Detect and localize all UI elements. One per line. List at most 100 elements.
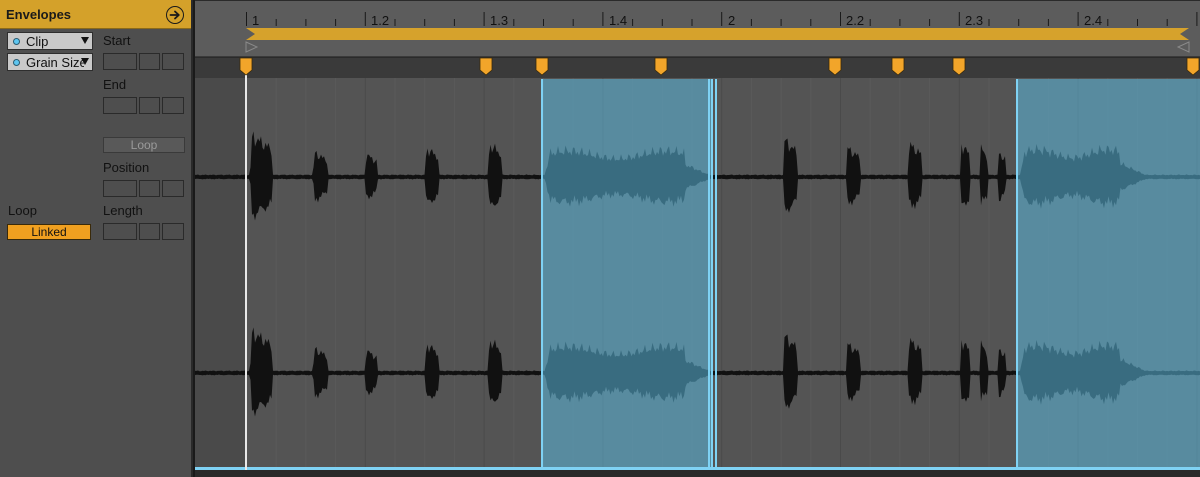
control-indicator-icon: [13, 59, 20, 66]
end-field-sixteenth[interactable]: [162, 97, 184, 114]
ruler-tick: [335, 19, 337, 26]
ruler-tick: [364, 12, 366, 26]
grid-line: [275, 78, 277, 468]
ruler-tick: [246, 12, 247, 26]
ruler-tick: [810, 19, 812, 26]
start-field-beat[interactable]: [138, 53, 161, 70]
ruler-tick: [840, 12, 841, 26]
warp-marker-lane[interactable]: [195, 56, 1200, 78]
ruler-label-2-3: 2.3: [965, 13, 983, 28]
grid-line: [394, 78, 396, 468]
grid-line: [721, 78, 723, 468]
start-label: Start: [103, 33, 131, 48]
ruler-tick: [1018, 19, 1020, 26]
length-field-beat[interactable]: [138, 223, 161, 240]
end-field-bar[interactable]: [103, 97, 137, 114]
ruler-tick: [721, 12, 723, 26]
ruler-tick: [750, 19, 752, 26]
end-field-beat[interactable]: [138, 97, 161, 114]
grid-line: [869, 78, 871, 468]
position-field-beat[interactable]: [138, 180, 161, 197]
linked-button[interactable]: Linked: [7, 224, 91, 240]
sample-editor-canvas[interactable]: 1 1.2 1.3 1.4 2 2.2 2.3 2.4: [195, 0, 1200, 477]
ruler-label-1-3: 1.3: [490, 13, 508, 28]
start-field[interactable]: [103, 53, 184, 70]
selection-fill-1[interactable]: [542, 79, 712, 469]
grid-line: [364, 78, 366, 468]
grid-line: [424, 78, 426, 468]
control-chooser[interactable]: Grain Size: [7, 53, 93, 71]
ruler-label-2-2: 2.2: [846, 13, 864, 28]
ruler-tick: [543, 19, 544, 26]
ruler-tick: [513, 19, 515, 26]
ruler-label-2: 2: [728, 13, 735, 28]
device-indicator-icon: [13, 38, 20, 45]
selection-region-1[interactable]: [541, 79, 713, 469]
loop-section-label: Loop: [8, 203, 37, 218]
grid-line: [899, 78, 901, 468]
grid-line: [453, 78, 455, 468]
arrow-right-icon: [169, 10, 180, 20]
selection-fill-2[interactable]: [1017, 79, 1200, 469]
grid-line: [305, 78, 307, 468]
control-chooser-value: Grain Size: [26, 55, 84, 70]
ruler-tick: [929, 19, 931, 26]
length-field[interactable]: [103, 223, 184, 240]
grid-line: [958, 78, 960, 468]
position-field-bar[interactable]: [103, 180, 137, 197]
end-label: End: [103, 77, 127, 92]
loop-button[interactable]: Loop: [103, 137, 185, 153]
ruler-label-2-4: 2.4: [1084, 13, 1102, 28]
panel-title: Envelopes: [6, 7, 72, 22]
ruler-tick: [632, 19, 634, 26]
start-field-bar[interactable]: [103, 53, 137, 70]
chevron-down-icon: [81, 58, 89, 65]
ruler-tick: [958, 12, 960, 26]
position-field[interactable]: [103, 180, 184, 197]
marker-lane-divider: [195, 57, 1200, 58]
ruler-tick: [869, 19, 871, 26]
start-field-sixteenth[interactable]: [162, 53, 184, 70]
grid-line: [335, 78, 337, 468]
position-label: Position: [103, 160, 150, 175]
grid-line: [840, 78, 841, 468]
envelopes-header: Envelopes: [0, 0, 191, 29]
ruler-tick: [602, 12, 604, 26]
ruler-tick: [1166, 19, 1168, 26]
ruler-tick: [305, 19, 307, 26]
ruler-tick: [899, 19, 901, 26]
selection-region-2[interactable]: [1016, 79, 1200, 469]
envelopes-panel: Envelopes Clip Grain Size Start End Loop…: [0, 0, 193, 477]
ruler-label-1-2: 1.2: [371, 13, 389, 28]
ruler-tick: [572, 19, 574, 26]
arrow-right-circle-icon[interactable]: [166, 6, 184, 24]
loop-bar[interactable]: [246, 28, 1189, 40]
ruler-tick: [483, 12, 485, 26]
ruler-tick: [1047, 19, 1049, 26]
device-chooser[interactable]: Clip: [7, 32, 93, 50]
grid-line: [810, 78, 812, 468]
length-field-bar[interactable]: [103, 223, 137, 240]
ruler-tick: [453, 19, 455, 26]
playhead-line[interactable]: [245, 58, 247, 470]
ruler-tick: [691, 19, 693, 26]
ruler-tick: [1137, 19, 1138, 26]
ruler-tick: [988, 19, 990, 26]
editor-bottom-border: [195, 470, 1200, 477]
grid-line: [513, 78, 515, 468]
ruler-tick: [661, 19, 663, 26]
chevron-down-icon: [81, 37, 89, 44]
position-field-sixteenth[interactable]: [162, 180, 184, 197]
sample-editor[interactable]: 1 1.2 1.3 1.4 2 2.2 2.3 2.4: [195, 0, 1200, 477]
ruler-tick: [424, 19, 426, 26]
length-field-sixteenth[interactable]: [162, 223, 184, 240]
length-label: Length: [103, 203, 143, 218]
grid-line: [750, 78, 752, 468]
device-chooser-value: Clip: [26, 34, 49, 49]
end-field[interactable]: [103, 97, 184, 114]
grid-line: [780, 78, 782, 468]
grid-line: [988, 78, 990, 468]
grid-line: [483, 78, 485, 468]
pre-clip-area: [195, 78, 245, 470]
ruler-top-border: [195, 0, 1200, 1]
